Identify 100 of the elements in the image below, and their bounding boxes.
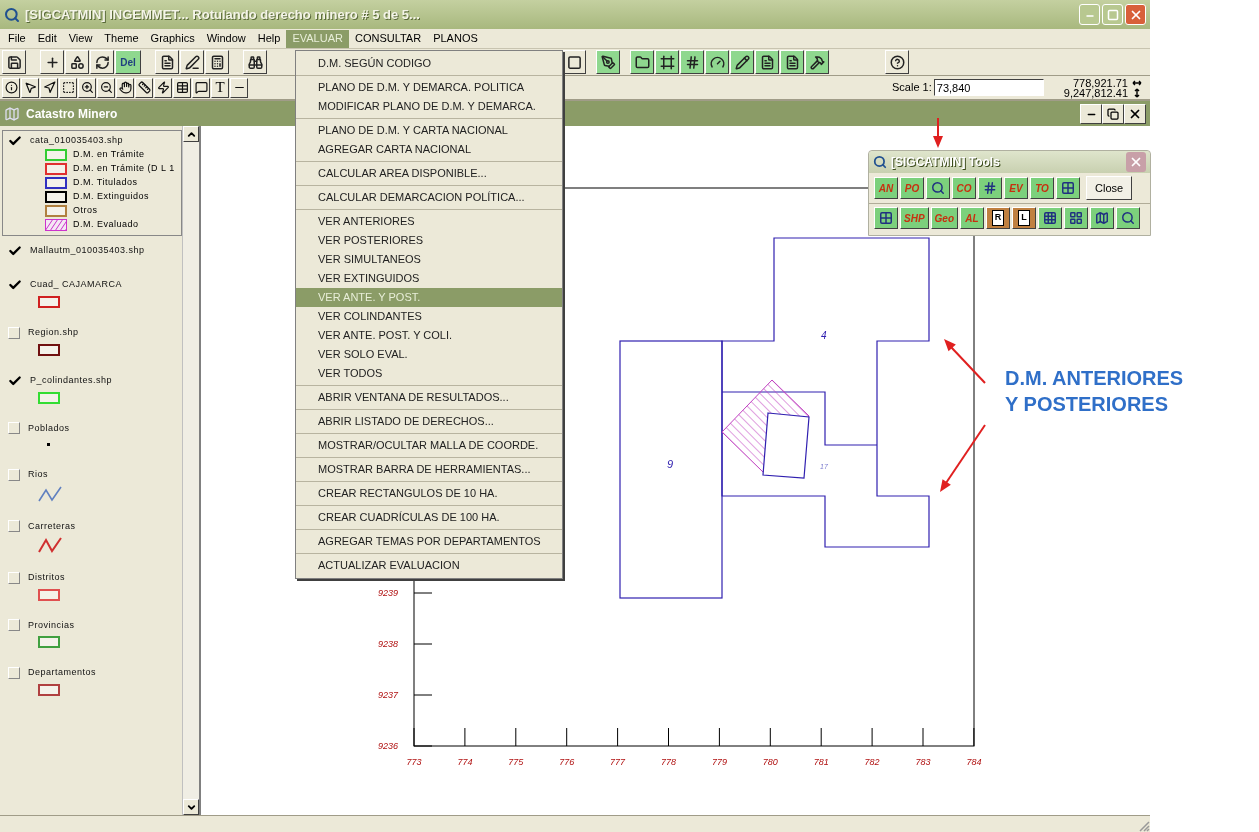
pencil-button[interactable] <box>730 50 754 74</box>
menu-option[interactable]: ABRIR LISTADO DE DERECHOS... <box>296 412 562 431</box>
zoom-in-button[interactable] <box>78 77 96 98</box>
binoculars-button[interactable] <box>243 50 267 74</box>
save-button[interactable] <box>2 50 26 74</box>
tool-icon <box>879 211 893 225</box>
pen-button[interactable] <box>596 50 620 74</box>
tool-button[interactable] <box>1064 207 1088 229</box>
zoom-out-button[interactable] <box>97 77 115 98</box>
checkmark-icon[interactable] <box>8 373 22 388</box>
document-button[interactable] <box>780 50 804 74</box>
checkmark-icon[interactable] <box>8 278 22 292</box>
shapes-button[interactable] <box>65 50 89 74</box>
x-axis-label: 778 <box>661 757 676 767</box>
minimize-button[interactable] <box>1080 103 1102 124</box>
folder-button[interactable] <box>630 50 654 74</box>
select-button[interactable] <box>59 77 77 98</box>
tool-button[interactable]: R <box>986 207 1010 229</box>
delete-button[interactable]: Del <box>115 50 141 74</box>
menu-option[interactable]: VER COLINDANTES <box>296 307 562 326</box>
restore-button[interactable] <box>1102 103 1124 124</box>
scroll-up-button[interactable] <box>183 126 199 142</box>
menu-option[interactable]: AGREGAR TEMAS POR DEPARTAMENTOS <box>296 532 562 551</box>
checkmark-icon[interactable] <box>8 134 22 148</box>
annotation-arrow <box>933 117 943 148</box>
gauge-button[interactable] <box>705 50 729 74</box>
menu-option[interactable]: VER ANTE. POST. Y COLI. <box>296 326 562 345</box>
tool-button[interactable] <box>1090 207 1114 229</box>
scrollbar[interactable] <box>182 126 199 815</box>
menu-item[interactable]: CONSULTAR <box>348 29 428 48</box>
menu-option[interactable]: MODIFICAR PLANO DE D.M. Y DEMARCA. <box>296 97 562 116</box>
menu-option[interactable]: VER TODOS <box>296 364 562 383</box>
vertex-button[interactable] <box>40 77 58 98</box>
menu-option[interactable]: VER SOLO EVAL. <box>296 345 562 364</box>
document-button[interactable] <box>755 50 779 74</box>
menu-option[interactable]: CALCULAR AREA DISPONIBLE... <box>296 164 562 183</box>
menu-option[interactable]: ACTUALIZAR EVALUACION <box>296 556 562 575</box>
properties-button[interactable] <box>155 50 179 74</box>
menu-item[interactable]: View <box>62 29 99 48</box>
scale-field[interactable]: 73,840 <box>933 79 1044 96</box>
menu-option[interactable]: ABRIR VENTANA DE RESULTADOS... <box>296 388 562 407</box>
scroll-down-button[interactable] <box>183 799 199 815</box>
pointer-button[interactable] <box>21 77 39 98</box>
frame-tool-button[interactable] <box>655 50 679 74</box>
layer-checkbox[interactable] <box>8 520 20 533</box>
menu-item[interactable]: Edit <box>31 29 63 48</box>
menu-option[interactable]: PLANO DE D.M. Y DEMARCA. POLITICA <box>296 78 562 97</box>
menu-item[interactable]: Help <box>251 29 287 48</box>
layer-checkbox[interactable] <box>8 468 20 481</box>
pan-button[interactable] <box>116 77 134 98</box>
text-tool-button[interactable]: T <box>211 77 229 98</box>
label-button[interactable] <box>192 77 210 98</box>
layer-checkbox[interactable] <box>8 666 20 679</box>
close-button[interactable] <box>1124 103 1146 124</box>
tool-icon <box>1061 181 1075 195</box>
menu-option[interactable]: CREAR RECTANGULOS DE 10 HA. <box>296 484 562 503</box>
selected-layer[interactable]: cata_010035403.shp D.M. en Trámite D.M. en Trámite (D L 1 D.M. Titulados D.M. Extinguidos Otros D.M. Evaluado <box>2 130 182 236</box>
close-button[interactable]: Close <box>1086 176 1133 200</box>
measure-button[interactable] <box>135 77 153 98</box>
menu-option[interactable]: VER EXTINGUIDOS <box>296 269 562 288</box>
menu-option[interactable]: MOSTRAR/OCULTAR MALLA DE COORDE. <box>296 436 562 455</box>
calculator-button[interactable] <box>205 50 229 74</box>
menu-item[interactable]: Window <box>200 29 252 48</box>
menu-option[interactable]: MOSTRAR BARRA DE HERRAMIENTAS... <box>296 460 562 479</box>
layer-checkbox[interactable] <box>8 571 20 584</box>
layer-checkbox[interactable] <box>8 422 20 435</box>
point-button[interactable] <box>230 77 248 98</box>
area-button[interactable] <box>173 77 191 98</box>
menu-option[interactable]: CREAR CUADRÍCULAS DE 100 HA. <box>296 508 562 527</box>
info-button[interactable] <box>2 77 20 98</box>
tool-button[interactable] <box>978 177 1002 199</box>
menu-item[interactable]: Theme <box>98 29 145 48</box>
grid-button[interactable] <box>680 50 704 74</box>
tool-button[interactable] <box>926 177 950 199</box>
menu-item[interactable]: Graphics <box>144 29 201 48</box>
legend-label: Otros <box>73 204 98 218</box>
menu-option[interactable]: D.M. SEGÚN CODIGO <box>296 54 562 73</box>
menu-option[interactable]: VER ANTERIORES <box>296 212 562 231</box>
edit-button[interactable] <box>180 50 204 74</box>
menu-option[interactable]: VER POSTERIORES <box>296 231 562 250</box>
menu-option[interactable]: CALCULAR DEMARCACION POLÍTICA... <box>296 188 562 207</box>
menu-item[interactable]: PLANOS <box>427 29 484 48</box>
close-icon <box>1129 155 1143 169</box>
tool-button[interactable] <box>1038 207 1062 229</box>
help-button[interactable] <box>885 50 909 74</box>
layer-checkbox[interactable] <box>8 326 20 339</box>
tool-button[interactable] <box>1056 177 1080 199</box>
menu-item[interactable]: File <box>2 29 32 48</box>
hotlink-button[interactable] <box>154 77 172 98</box>
menu-option[interactable]: AGREGAR CARTA NACIONAL <box>296 140 562 159</box>
layer-checkbox[interactable] <box>8 619 20 632</box>
menu-option[interactable]: PLANO DE D.M. Y CARTA NACIONAL <box>296 121 562 140</box>
add-button[interactable] <box>40 50 64 74</box>
refresh-button[interactable] <box>90 50 114 74</box>
hammer-button[interactable] <box>805 50 829 74</box>
tool-button[interactable] <box>874 207 898 229</box>
menu-option[interactable]: VER SIMULTANEOS <box>296 250 562 269</box>
tool-button[interactable]: L <box>1012 207 1036 229</box>
tool-button[interactable] <box>1116 207 1140 229</box>
checkmark-icon[interactable] <box>8 244 22 258</box>
